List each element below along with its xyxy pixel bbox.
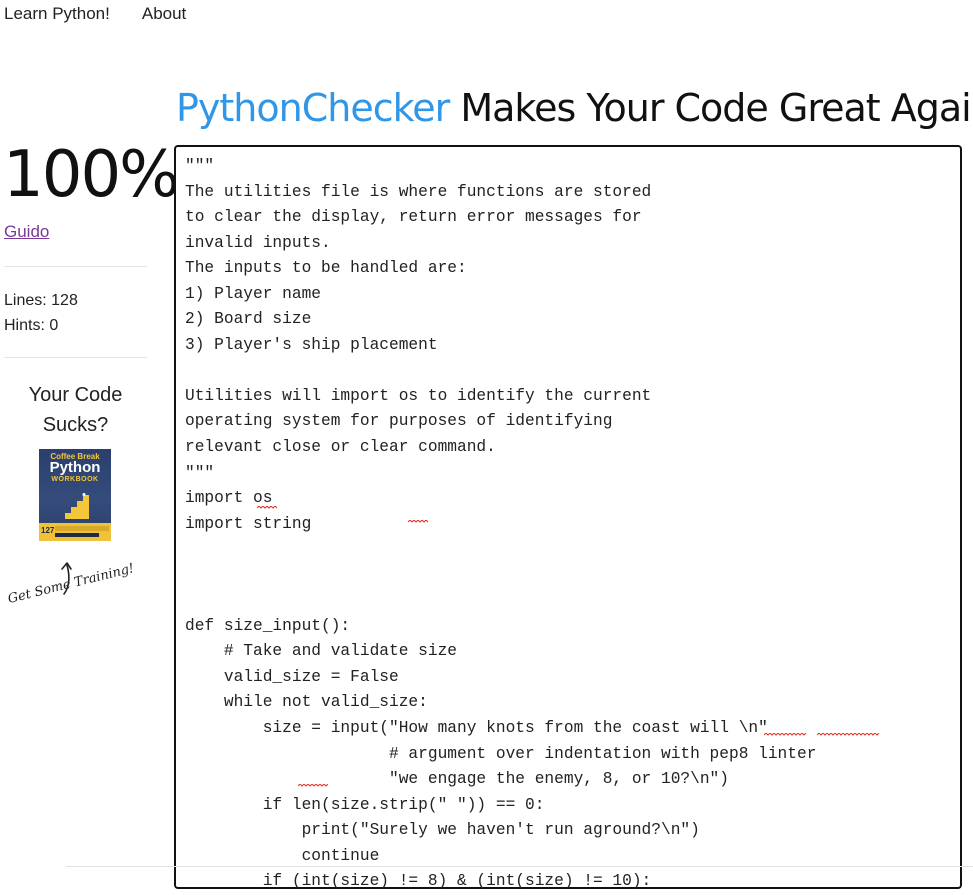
code-line: to clear the display, return error messa… — [185, 208, 642, 227]
nav-about[interactable]: About — [142, 4, 186, 24]
score-value: 100% — [3, 138, 180, 212]
code-line: operating system for purposes of identif… — [185, 412, 613, 431]
code-line: size = input("How many knots from the co… — [185, 719, 768, 738]
code-line: if len(size.strip(" ")) == 0: — [185, 795, 545, 814]
code-content: """ The utilities file is where functions… — [185, 154, 816, 895]
code-line: The inputs to be handled are: — [185, 259, 467, 278]
code-line: import os — [185, 489, 273, 508]
code-line: def size_input(): — [185, 616, 351, 635]
code-line: while not valid_size: — [185, 693, 428, 712]
lines-count: Lines: 128 — [4, 292, 78, 309]
code-line: # argument over indentation with pep8 li… — [185, 744, 817, 763]
divider — [4, 266, 147, 267]
divider — [4, 357, 147, 358]
code-line: 1) Player name — [185, 284, 321, 303]
spellcheck-underline — [298, 784, 328, 787]
code-line: """ — [185, 157, 215, 175]
code-stats: Lines: 128 Hints: 0 — [4, 288, 78, 338]
code-line: print("Surely we haven't run aground?\n"… — [185, 821, 700, 840]
code-line: invalid inputs. — [185, 233, 331, 252]
code-line: """ — [185, 463, 215, 482]
code-line: 3) Player's ship placement — [185, 335, 438, 354]
page-bottom-border — [66, 866, 973, 867]
code-line: 2) Board size — [185, 310, 312, 329]
spellcheck-underline — [257, 506, 277, 509]
nav-learn-python[interactable]: Learn Python! — [4, 4, 110, 24]
hints-count: Hints: 0 — [4, 317, 59, 334]
page-headline: PythonChecker Makes Your Code Great Agai… — [176, 86, 973, 130]
code-line: valid_size = False — [185, 667, 399, 686]
spellcheck-underline — [764, 733, 806, 736]
code-line: # Take and validate size — [185, 642, 457, 661]
author-link[interactable]: Guido — [4, 222, 49, 242]
promo-line-1: Your Code — [28, 384, 123, 406]
promo-heading: Your Code Sucks? — [4, 380, 147, 440]
promo-line-2: Sucks? — [42, 414, 109, 436]
book-subtitle: WORKBOOK — [51, 476, 99, 483]
book-count: 127 — [41, 526, 55, 535]
book-band: 127 — [39, 523, 111, 541]
code-line: Utilities will import os to identify the… — [185, 386, 652, 405]
code-line: The utilities file is where functions ar… — [185, 182, 652, 201]
spellcheck-underline — [408, 520, 428, 523]
code-line: "we engage the enemy, 8, or 10?\n") — [185, 770, 729, 789]
spellcheck-underline — [817, 733, 879, 736]
headline-tagline: Makes Your Code Great Again — [449, 86, 973, 130]
book-title: Python — [49, 459, 101, 476]
book-cover-image[interactable]: Coffee Break Python WORKBOOK 127 — [39, 449, 111, 541]
code-line: import string — [185, 514, 312, 533]
top-nav: Learn Python! About — [4, 4, 186, 24]
code-editor[interactable]: """ The utilities file is where functions… — [174, 145, 962, 890]
brand-name: PythonChecker — [176, 86, 450, 130]
stairs-icon — [65, 493, 89, 519]
code-line: if (int(size) != 8) & (int(size) != 10): — [185, 872, 652, 891]
code-line: relevant close or clear command. — [185, 438, 496, 457]
